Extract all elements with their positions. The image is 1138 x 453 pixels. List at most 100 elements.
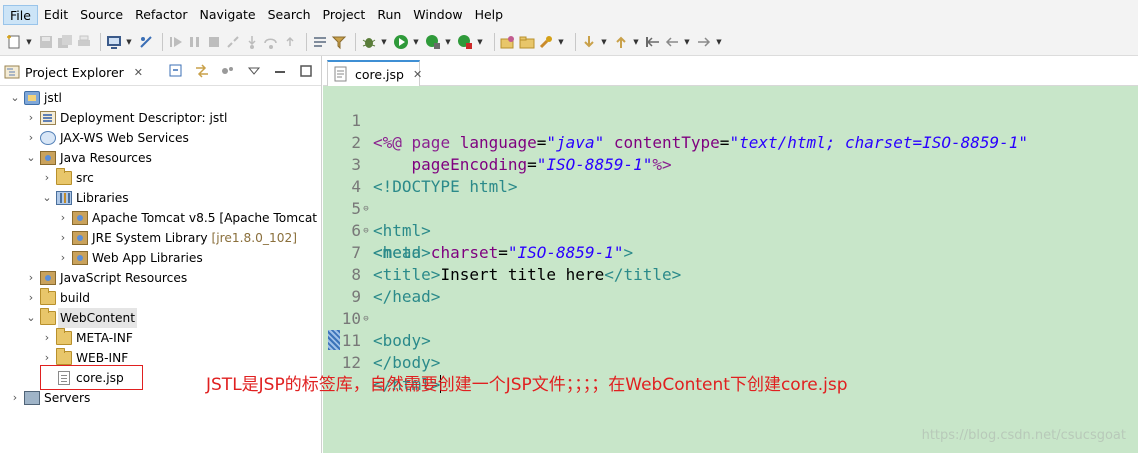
project-explorer-tab[interactable]: Project Explorer ✕ (4, 62, 143, 82)
code-line: 5 ⊖ <head> (323, 176, 1138, 262)
skip-breakpoints-icon[interactable] (138, 34, 154, 50)
chevron-down-icon[interactable]: ⌄ (10, 88, 20, 108)
forward-icon[interactable] (696, 34, 712, 50)
filter-icon[interactable] (220, 64, 236, 78)
tree-item-java-resources[interactable]: ⌄ Java Resources (0, 148, 321, 168)
chevron-down-icon[interactable]: ⌄ (26, 148, 36, 168)
tree-label: Servers (44, 391, 91, 405)
menu-refactor[interactable]: Refactor (129, 5, 193, 25)
menu-project[interactable]: Project (317, 5, 372, 25)
chevron-right-icon[interactable]: › (58, 208, 68, 228)
tree-label: JavaScript Resources (60, 271, 188, 285)
open-task-icon[interactable] (312, 34, 328, 50)
run-icon[interactable] (393, 34, 409, 50)
back-dropdown-icon[interactable]: ▼ (683, 34, 691, 50)
search-icon[interactable] (538, 34, 554, 50)
open-type-icon[interactable] (519, 34, 535, 50)
new-java-package-icon[interactable] (500, 34, 516, 50)
terminal-icon[interactable] (106, 34, 122, 50)
save-icon[interactable] (38, 34, 54, 50)
tree-item-libraries[interactable]: ⌄ Libraries (0, 188, 321, 208)
external-tools-icon[interactable] (457, 34, 473, 50)
print-icon[interactable] (76, 34, 92, 50)
menu-navigate[interactable]: Navigate (194, 5, 262, 25)
tree-label: Java Resources (60, 151, 152, 165)
external-tools-dropdown-icon[interactable]: ▼ (476, 34, 484, 50)
chevron-right-icon[interactable]: › (26, 288, 36, 308)
run-server-icon[interactable] (425, 34, 441, 50)
tree-label: Deployment Descriptor: jstl (60, 111, 228, 125)
chevron-right-icon[interactable]: › (26, 128, 36, 148)
menu-run[interactable]: Run (371, 5, 407, 25)
java-resources-icon (40, 151, 56, 165)
new-dropdown-icon[interactable]: ▼ (25, 34, 33, 50)
step-into-icon[interactable] (244, 34, 260, 50)
code-line: 9 ⊖ <body> (323, 264, 1138, 350)
view-menu-icon[interactable] (246, 64, 262, 78)
search-dropdown-icon[interactable]: ▼ (557, 34, 565, 50)
chevron-down-icon[interactable]: ⌄ (26, 308, 36, 328)
tree-item-build[interactable]: › build (0, 288, 321, 308)
run-server-dropdown-icon[interactable]: ▼ (444, 34, 452, 50)
menu-file[interactable]: File (3, 4, 38, 25)
tree-item-javascript-resources[interactable]: › JavaScript Resources (0, 268, 321, 288)
menu-source[interactable]: Source (74, 5, 129, 25)
chevron-right-icon[interactable]: › (26, 108, 36, 128)
suspend-icon[interactable] (187, 34, 203, 50)
chevron-right-icon[interactable]: › (10, 388, 20, 408)
chevron-down-icon[interactable]: ⌄ (42, 188, 52, 208)
menu-edit[interactable]: Edit (38, 5, 74, 25)
debug-dropdown-icon[interactable]: ▼ (380, 34, 388, 50)
step-return-icon[interactable] (282, 34, 298, 50)
menu-window[interactable]: Window (407, 5, 468, 25)
project-explorer-header: Project Explorer ✕ (0, 56, 321, 86)
forward-dropdown-icon[interactable]: ▼ (715, 34, 723, 50)
close-icon[interactable]: ✕ (413, 68, 422, 81)
toolbar-separator (100, 33, 101, 51)
toolbar-separator (162, 33, 163, 51)
editor-tab-core-jsp[interactable]: core.jsp ✕ (327, 60, 422, 86)
tree-item-jax-ws[interactable]: › JAX-WS Web Services (0, 128, 321, 148)
tree-item-webcontent[interactable]: ⌄ WebContent (0, 308, 321, 328)
tree-item-deployment-descriptor[interactable]: › Deployment Descriptor: jstl (0, 108, 321, 128)
disconnect-icon[interactable] (225, 34, 241, 50)
menu-bar: File Edit Source Refactor Navigate Searc… (0, 0, 1138, 29)
terminal-dropdown-icon[interactable]: ▼ (125, 34, 133, 50)
resume-icon[interactable] (168, 34, 184, 50)
maximize-icon[interactable] (298, 64, 314, 78)
run-dropdown-icon[interactable]: ▼ (412, 34, 420, 50)
link-with-editor-icon[interactable] (194, 64, 210, 78)
menu-search[interactable]: Search (262, 5, 317, 25)
chevron-right-icon[interactable]: › (42, 168, 52, 188)
terminate-icon[interactable] (206, 34, 222, 50)
next-annotation-dropdown-icon[interactable]: ▼ (600, 34, 608, 50)
debug-icon[interactable] (361, 34, 377, 50)
tree-item-web-app-libraries[interactable]: › Web App Libraries (0, 248, 321, 268)
step-over-icon[interactable] (263, 34, 279, 50)
tree-item-jre[interactable]: › JRE System Library [jre1.8.0_102] (0, 228, 321, 248)
code-line: 11 </body> (323, 308, 1138, 372)
tree-item-src[interactable]: › src (0, 168, 321, 188)
next-annotation-icon[interactable] (581, 34, 597, 50)
tree-item-tomcat[interactable]: › Apache Tomcat v8.5 [Apache Tomcat v (0, 208, 321, 228)
save-all-icon[interactable] (57, 34, 73, 50)
chevron-right-icon[interactable]: › (58, 248, 68, 268)
chevron-right-icon[interactable]: › (58, 228, 68, 248)
menu-help[interactable]: Help (469, 5, 510, 25)
tree-item-jstl[interactable]: ⌄ jstl (0, 88, 321, 108)
close-icon[interactable]: ✕ (134, 66, 143, 79)
tree-label: jstl (44, 91, 62, 105)
code-editor[interactable]: 1 <%@ page language="java" contentType="… (323, 86, 1138, 453)
previous-annotation-dropdown-icon[interactable]: ▼ (632, 34, 640, 50)
previous-annotation-icon[interactable] (613, 34, 629, 50)
chevron-right-icon[interactable]: › (42, 328, 52, 348)
new-icon[interactable] (6, 34, 22, 50)
use-step-filters-icon[interactable] (331, 34, 347, 50)
chevron-right-icon[interactable]: › (26, 268, 36, 288)
collapse-all-icon[interactable] (168, 64, 184, 78)
last-edit-location-icon[interactable] (645, 34, 661, 50)
minimize-icon[interactable] (272, 64, 288, 78)
back-icon[interactable] (664, 34, 680, 50)
tree-item-meta-inf[interactable]: › META-INF (0, 328, 321, 348)
annotation-text: JSTL是JSP的标签库，自然需要创建一个JSP文件；；；；在WebConten… (206, 375, 848, 395)
